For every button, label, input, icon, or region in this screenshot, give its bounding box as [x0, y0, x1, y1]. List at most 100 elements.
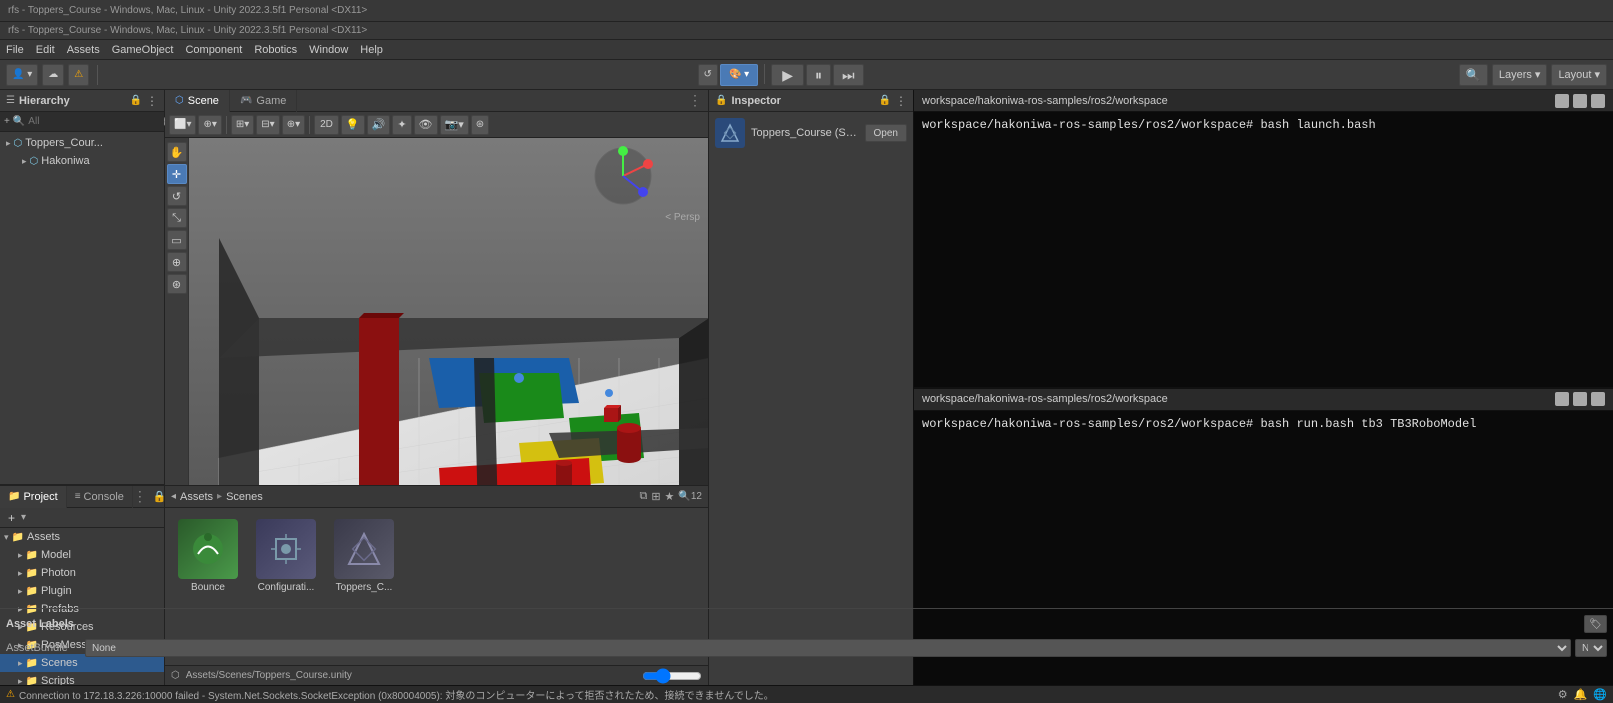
assets-tree-item-plugin[interactable]: ▸ 📁 Plugin	[0, 582, 164, 600]
hierarchy-lock-icon[interactable]: 🔒	[130, 95, 142, 106]
layers-label: Layers	[1499, 69, 1532, 81]
terminal-1-content[interactable]: workspace/hakoniwa-ros-samples/ros2/work…	[914, 112, 1613, 387]
step-button[interactable]: ⏭	[833, 64, 864, 86]
scene-tool-pivot[interactable]: ⊕▾	[282, 115, 305, 135]
terminal-2-maximize[interactable]: □	[1573, 392, 1587, 406]
tool-rotate[interactable]: ↺	[167, 186, 187, 206]
project-tab[interactable]: 📁 Project	[0, 486, 67, 508]
menu-gameobject[interactable]: GameObject	[112, 44, 174, 56]
scene-tool-light[interactable]: 💡	[341, 115, 365, 135]
bottom-panel-lock[interactable]: 🔒	[153, 490, 164, 503]
assets-tree-item-model[interactable]: ▸ 📁 Model	[0, 546, 164, 564]
console-tab-icon: ≡	[75, 491, 81, 502]
tool-scale[interactable]: ⤡	[167, 208, 187, 228]
toolbar-warning-btn[interactable]: ⚠	[68, 64, 89, 86]
toolbar-color-btn[interactable]: 🎨 ▾	[720, 64, 758, 86]
menu-edit[interactable]: Edit	[36, 44, 55, 56]
project-tab-icon: 📁	[8, 491, 20, 502]
layout-dropdown[interactable]: Layout ▾	[1551, 64, 1607, 86]
layout-chevron-icon: ▾	[1594, 68, 1600, 81]
toolbar-cloud-btn[interactable]: ☁	[42, 64, 64, 86]
scene-tab-label: Scene	[188, 95, 219, 107]
menu-component[interactable]: Component	[185, 44, 242, 56]
footer-slider[interactable]	[642, 670, 702, 682]
game-tab-label: Game	[256, 95, 286, 107]
console-tab[interactable]: ≡ Console	[67, 486, 133, 508]
assets-counter: 🔍12	[678, 491, 702, 502]
terminal-1-close[interactable]: ×	[1591, 94, 1605, 108]
hierarchy-item-scene[interactable]: ▸ ⬡ Toppers_Cour...	[0, 134, 164, 152]
menu-items-bar: File Edit Assets GameObject Component Ro…	[0, 40, 1613, 60]
tool-transform[interactable]: ⊕	[167, 252, 187, 272]
menu-bar: rfs - Toppers_Course - Windows, Mac, Lin…	[0, 22, 1613, 40]
menu-help[interactable]: Help	[360, 44, 383, 56]
scene-tool-grid[interactable]: ⊞▾	[231, 115, 254, 135]
assets-tree-item-assets[interactable]: ▾ 📁 Assets	[0, 528, 164, 546]
terminal-2-close[interactable]: ×	[1591, 392, 1605, 406]
asset-tile-toppers-label: Toppers_C...	[336, 582, 393, 593]
assets-breadcrumb-scenes[interactable]: Scenes	[226, 491, 263, 503]
assets-tree-label-assets: Assets	[27, 531, 60, 543]
assets-content-icon3[interactable]: ★	[665, 490, 675, 503]
menu-robotics[interactable]: Robotics	[254, 44, 297, 56]
toolbar-history-btn[interactable]: ↺	[698, 64, 718, 86]
toolbar-account-btn[interactable]: 👤 ▾	[6, 64, 38, 86]
scene-tool-effects[interactable]: ✦	[392, 115, 411, 135]
asset-tile-toppers[interactable]: Toppers_C...	[329, 516, 399, 596]
scene-canvas[interactable]: < Persp	[189, 138, 708, 485]
scene-tool-visibility[interactable]: 👁	[414, 115, 438, 135]
scene-tool-camera[interactable]: 📷▾	[440, 115, 469, 135]
tool-custom[interactable]: ⊛	[167, 274, 187, 294]
scene-tool-gizmos[interactable]: ⊛	[471, 115, 489, 135]
terminal-1-minimize[interactable]: _	[1555, 94, 1569, 108]
scene-tool-audio[interactable]: 🔊	[367, 115, 391, 135]
scene-tool-select[interactable]: ⬜▾	[169, 115, 196, 135]
inspector-menu-icon[interactable]: ⋮	[895, 94, 907, 108]
asset-bundle-dropdown[interactable]: None	[709, 639, 913, 657]
hierarchy-menu-icon[interactable]: ⋮	[146, 94, 158, 108]
config-thumb	[256, 519, 316, 579]
asset-labels-section: Asset Labels 🏷 AssetBundle None No	[709, 608, 913, 663]
terminal-2-minimize[interactable]: _	[1555, 392, 1569, 406]
play-button[interactable]: ▶	[771, 64, 804, 86]
scene-tool-move-gizmo[interactable]: ⊕▾	[198, 115, 221, 135]
inspector-lock-icon[interactable]: 🔒	[879, 95, 891, 106]
inspector-open-btn[interactable]: Open	[865, 124, 907, 142]
hierarchy-add-icon[interactable]: +	[4, 116, 10, 127]
pause-button[interactable]: ⏸	[806, 64, 831, 86]
menu-assets[interactable]: Assets	[67, 44, 100, 56]
menu-file[interactable]: File	[6, 44, 24, 56]
assets-add-button[interactable]: +	[4, 511, 19, 525]
assets-add-bar: + ▾	[0, 508, 164, 528]
tool-rect[interactable]: ▭	[167, 230, 187, 250]
game-tab[interactable]: 🎮 Game	[230, 90, 297, 112]
assets-tree-item-scripts[interactable]: ▸ 📁 Scripts	[0, 672, 164, 685]
toolbar-search-icon[interactable]: 🔍	[1459, 64, 1488, 86]
assets-folder-icon: 📁	[12, 532, 24, 543]
scene-tool-snap[interactable]: ⊟▾	[256, 115, 279, 135]
asset-tile-config-label: Configurati...	[258, 582, 315, 593]
inspector-icon: 🔒	[715, 95, 727, 106]
asset-tile-bounce[interactable]: Bounce	[173, 516, 243, 596]
assets-breadcrumb-assets[interactable]: Assets	[180, 491, 213, 503]
assets-content-icon1[interactable]: ⧉	[639, 490, 647, 503]
menu-window[interactable]: Window	[309, 44, 348, 56]
asset-tile-config[interactable]: Configurati...	[251, 516, 321, 596]
tool-move[interactable]: ✛	[167, 164, 187, 184]
scene-tab[interactable]: ⬡ Scene	[165, 90, 230, 112]
tool-hand[interactable]: ✋	[167, 142, 187, 162]
assets-tree-item-photon[interactable]: ▸ 📁 Photon	[0, 564, 164, 582]
scene-viewport-area: ✋ ✛ ↺ ⤡ ▭ ⊕ ⊛	[165, 138, 708, 485]
layers-dropdown[interactable]: Layers ▾	[1492, 64, 1548, 86]
scene-tab-options[interactable]: ⋮	[688, 92, 708, 109]
assets-content-icon2[interactable]: ⊞	[651, 490, 660, 503]
hierarchy-search-input[interactable]	[28, 116, 160, 127]
status-message: Connection to 172.18.3.226:10000 failed …	[19, 687, 774, 702]
hierarchy-item-hakoniwa[interactable]: ▸ ⬡ Hakoniwa	[0, 152, 164, 170]
main-toolbar: 👤 ▾ ☁ ⚠ ↺ 🎨 ▾ ▶ ⏸ ⏭ 🔍 Layers ▾ Layout ▾	[0, 60, 1613, 90]
inspector-content: Toppers_Course (Sc... Open Asset Labels …	[709, 112, 913, 685]
terminal-1-maximize[interactable]: □	[1573, 94, 1587, 108]
bottom-panel-options[interactable]: ⋮	[133, 488, 153, 505]
scene-tool-2d[interactable]: 2D	[314, 115, 339, 135]
asset-tile-bounce-label: Bounce	[191, 582, 225, 593]
